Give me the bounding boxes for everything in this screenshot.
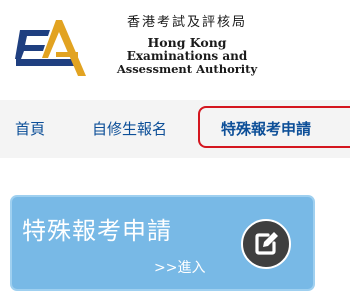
header: 香港考試及評核局 Hong Kong Examinations and Asse… xyxy=(0,0,350,88)
org-name-zh: 香港考試及評核局 xyxy=(126,15,247,30)
org-name-en: Hong Kong Examinations and Assessment Au… xyxy=(96,36,278,76)
card-title: 特殊報考申請 xyxy=(22,217,172,245)
hkeaa-logo[interactable] xyxy=(12,18,92,76)
main-nav: 首頁 自修生報名 特殊報考申請 xyxy=(0,100,350,158)
org-name-en-line1: Hong Kong xyxy=(147,35,227,50)
enter-link[interactable]: >>進入 xyxy=(154,257,205,277)
nav-item-home[interactable]: 首頁 xyxy=(15,100,45,158)
edit-icon xyxy=(241,219,291,269)
org-name-en-line3: Assessment Authority xyxy=(116,62,258,76)
nav-item-special-application[interactable]: 特殊報考申請 xyxy=(221,100,311,158)
nav-item-private-candidate[interactable]: 自修生報名 xyxy=(92,100,167,158)
special-application-card[interactable]: 特殊報考申請 >>進入 xyxy=(10,195,315,291)
